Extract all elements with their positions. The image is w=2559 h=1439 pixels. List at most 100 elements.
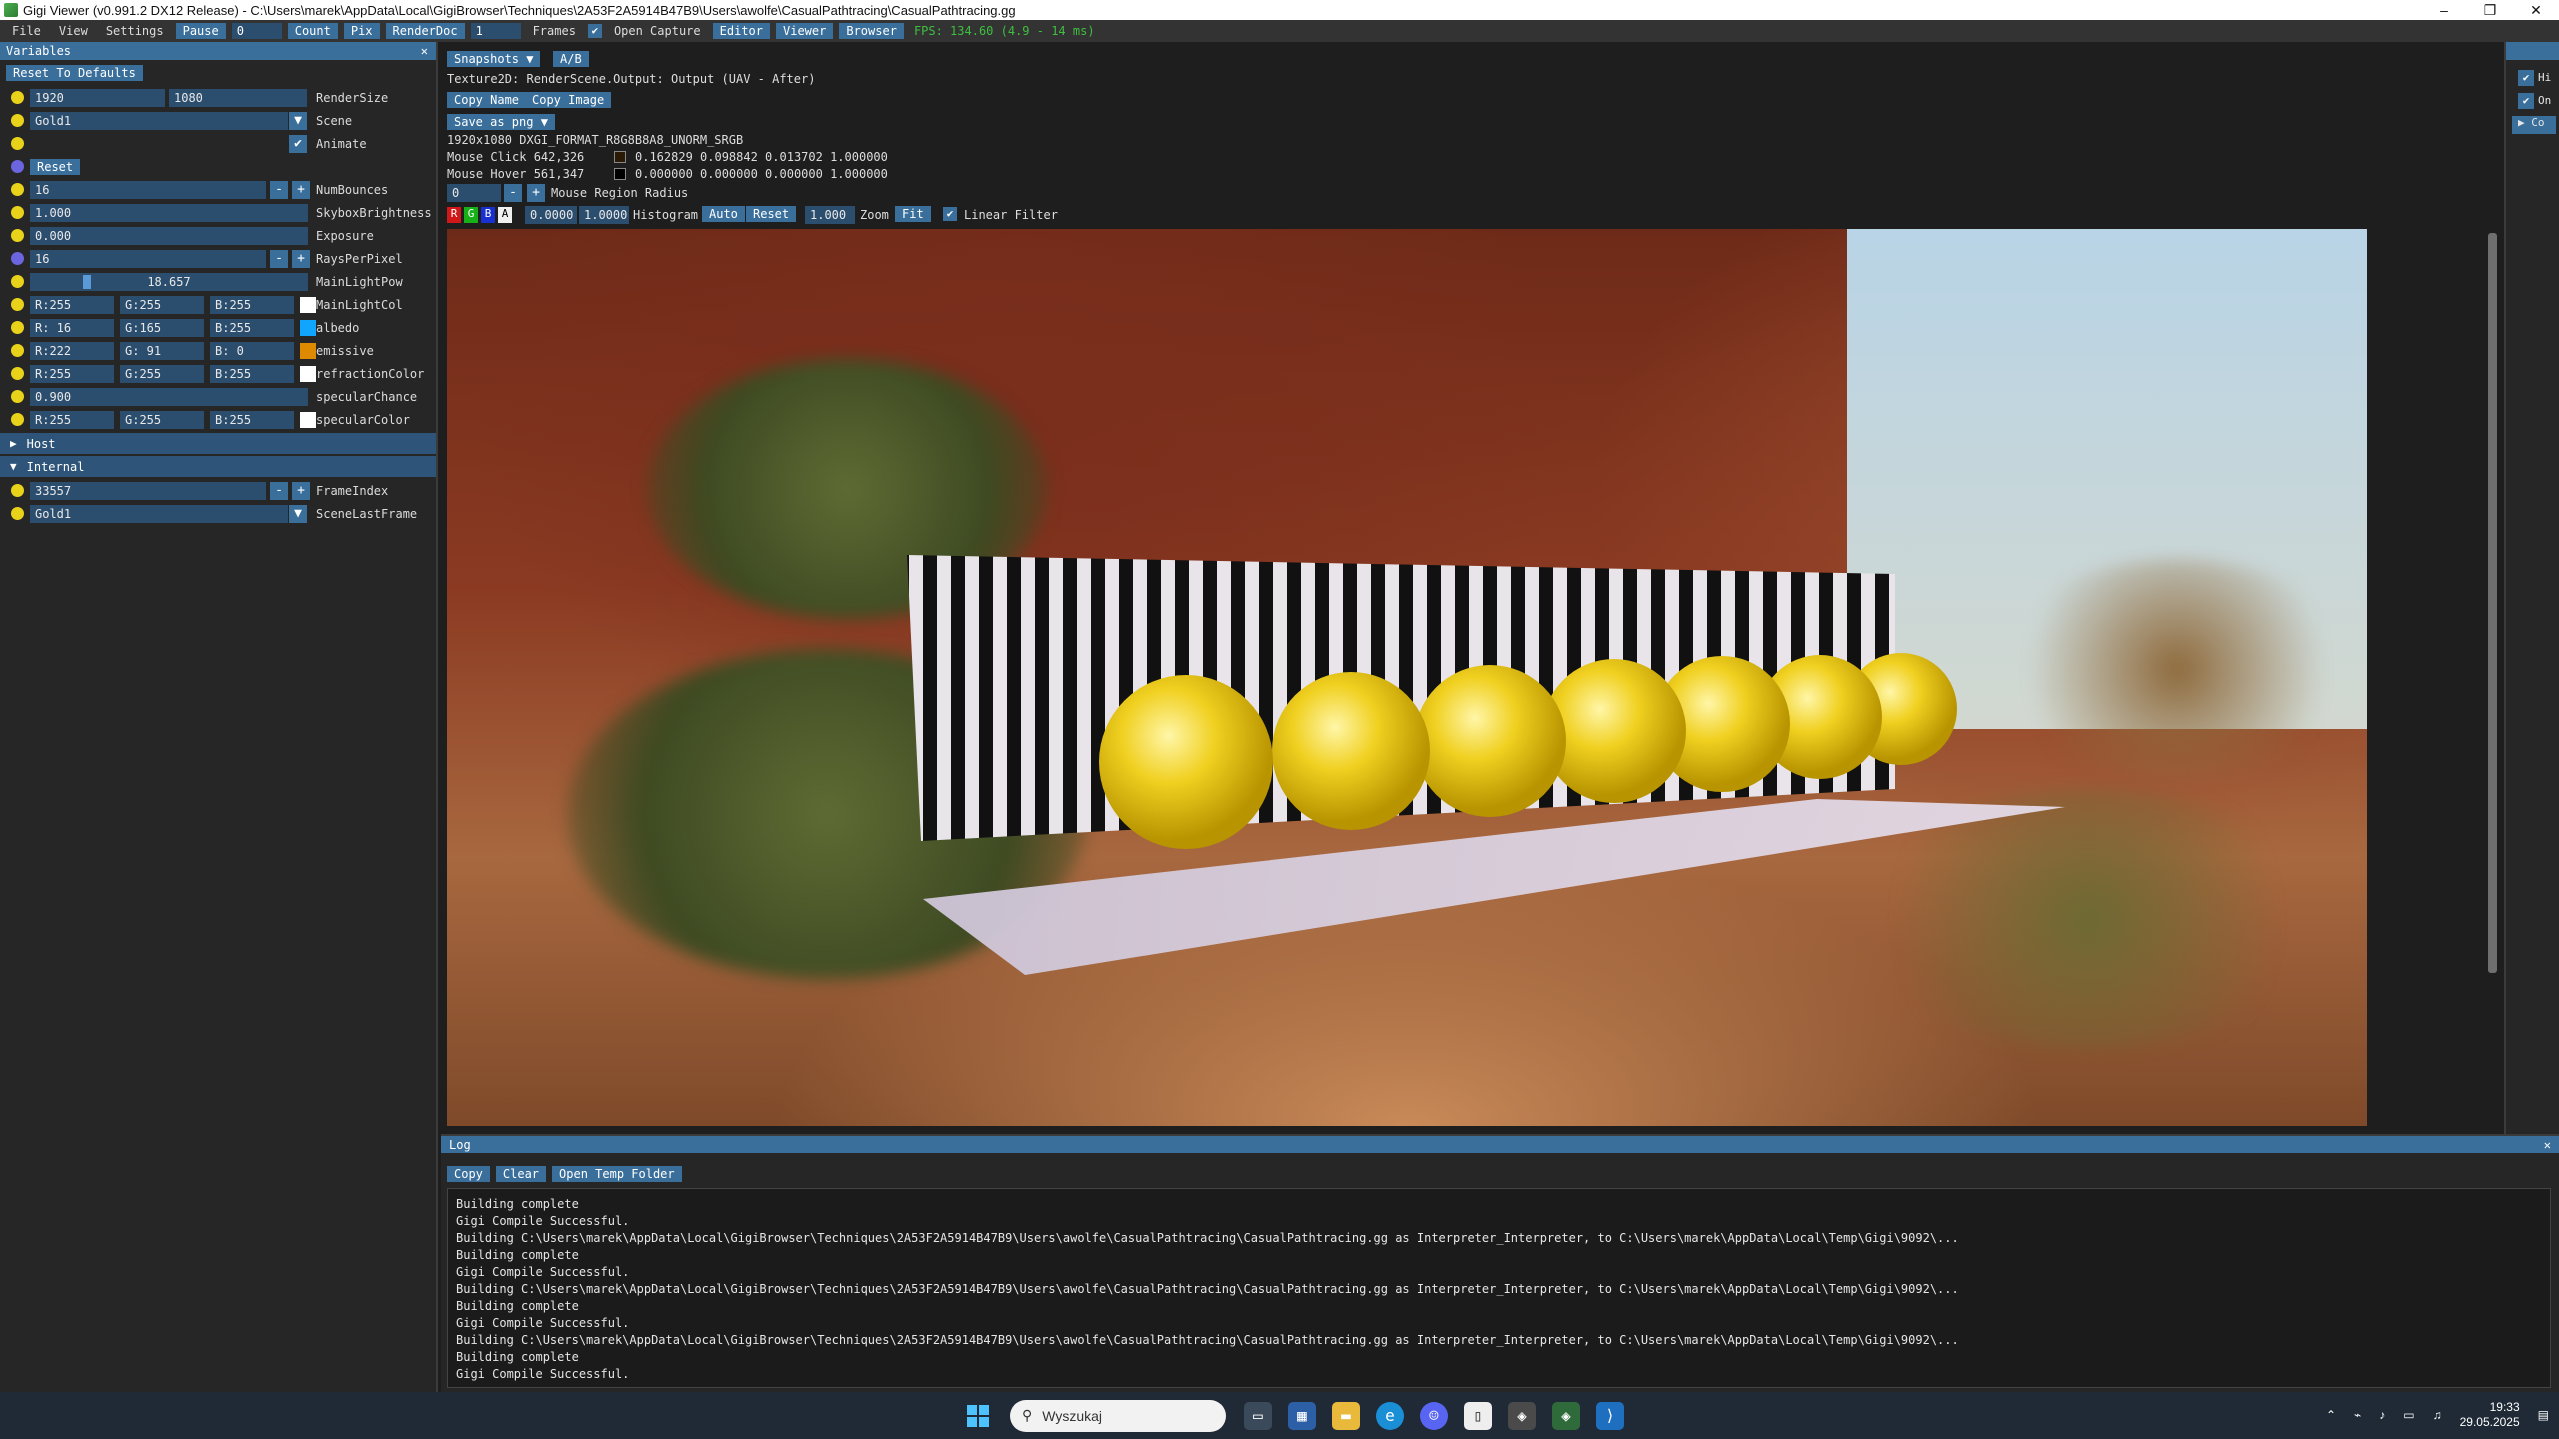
- copy-name-button[interactable]: Copy Name: [447, 92, 527, 108]
- gigi-viewer-icon[interactable]: ◈: [1552, 1401, 1580, 1430]
- chevron-down-icon[interactable]: ▼: [289, 111, 307, 130]
- count-button[interactable]: Count: [287, 23, 338, 39]
- linear-filter-checkbox[interactable]: ✔: [943, 207, 957, 221]
- frame-count-input[interactable]: 0: [231, 23, 282, 39]
- browser-button[interactable]: Browser: [839, 23, 904, 39]
- mouse-radius-input[interactable]: 0: [447, 184, 501, 202]
- monitor-icon[interactable]: ▭: [2403, 1408, 2414, 1422]
- render-viewport[interactable]: [447, 229, 2367, 1126]
- ab-button[interactable]: A/B: [553, 51, 589, 67]
- speccolor-g-input[interactable]: G:255: [120, 410, 204, 429]
- refraction-swatch[interactable]: [300, 365, 316, 382]
- taskbar-search[interactable]: ⚲ Wyszukaj: [1010, 1399, 1226, 1432]
- volume-icon[interactable]: ♫: [2433, 1408, 2442, 1422]
- menu-view[interactable]: View: [53, 23, 94, 39]
- rays-minus-button[interactable]: -: [270, 249, 288, 268]
- mainlightcol-b-input[interactable]: B:255: [210, 295, 294, 314]
- rendersize-height-input[interactable]: 1080: [169, 88, 307, 107]
- emissive-r-input[interactable]: R:222: [30, 341, 114, 360]
- chevron-down-icon[interactable]: ▼: [289, 504, 307, 523]
- animate-checkbox[interactable]: ✔: [289, 134, 307, 153]
- snapshots-dropdown[interactable]: Snapshots ▼: [447, 51, 541, 67]
- albedo-r-input[interactable]: R: 16: [30, 318, 114, 337]
- vscode-icon[interactable]: ⟩: [1596, 1401, 1624, 1430]
- frameindex-input[interactable]: 33557: [30, 481, 266, 500]
- refraction-b-input[interactable]: B:255: [210, 364, 294, 383]
- mainlightcol-g-input[interactable]: G:255: [120, 295, 204, 314]
- edge-icon[interactable]: e: [1376, 1401, 1404, 1430]
- auto-button[interactable]: Auto: [702, 206, 745, 222]
- editor-button[interactable]: Editor: [712, 23, 770, 39]
- notification-icon[interactable]: ▤: [2538, 1408, 2549, 1422]
- scenelast-select[interactable]: Gold1: [30, 504, 288, 523]
- frameindex-minus-button[interactable]: -: [270, 481, 288, 500]
- numbounces-input[interactable]: 16: [30, 180, 266, 199]
- rendersize-width-input[interactable]: 1920: [30, 88, 165, 107]
- scene-select[interactable]: Gold1: [30, 111, 288, 130]
- task-view-icon[interactable]: ▭: [1244, 1401, 1272, 1430]
- renderdoc-button[interactable]: RenderDoc: [385, 23, 465, 39]
- store-icon[interactable]: ▦: [1288, 1401, 1316, 1430]
- section-internal[interactable]: ▼ Internal: [0, 456, 436, 477]
- right-checkbox-on[interactable]: ✔: [2518, 93, 2534, 109]
- channel-g-toggle[interactable]: G: [464, 207, 478, 223]
- fit-button[interactable]: Fit: [895, 206, 931, 222]
- numbounces-minus-button[interactable]: -: [270, 180, 288, 199]
- reset-to-defaults-button[interactable]: Reset To Defaults: [6, 65, 143, 81]
- microphone-icon[interactable]: ♪: [2379, 1408, 2385, 1422]
- network-icon[interactable]: ⌁: [2354, 1408, 2361, 1422]
- albedo-g-input[interactable]: G:165: [120, 318, 204, 337]
- albedo-b-input[interactable]: B:255: [210, 318, 294, 337]
- albedo-swatch[interactable]: [300, 319, 316, 336]
- frames-input[interactable]: 1: [470, 23, 521, 39]
- file-explorer-icon[interactable]: ▬: [1332, 1401, 1360, 1430]
- gigi-editor-icon[interactable]: ◈: [1508, 1401, 1536, 1430]
- speccolor-b-input[interactable]: B:255: [210, 410, 294, 429]
- log-output[interactable]: Building complete Gigi Compile Successfu…: [447, 1188, 2551, 1388]
- speccolor-r-input[interactable]: R:255: [30, 410, 114, 429]
- menu-settings[interactable]: Settings: [100, 23, 170, 39]
- channel-r-toggle[interactable]: R: [447, 207, 461, 223]
- frameindex-plus-button[interactable]: +: [292, 481, 310, 500]
- radius-plus-button[interactable]: +: [527, 184, 545, 202]
- rays-plus-button[interactable]: +: [292, 249, 310, 268]
- exposure-input[interactable]: 0.000: [30, 226, 308, 245]
- minimize-button[interactable]: –: [2421, 2, 2467, 19]
- open-temp-folder-button[interactable]: Open Temp Folder: [552, 1166, 682, 1182]
- specular-chance-input[interactable]: 0.900: [30, 387, 308, 406]
- open-capture-checkbox[interactable]: ✔: [587, 24, 602, 38]
- clock[interactable]: 19:33 29.05.2025: [2460, 1400, 2520, 1430]
- refraction-r-input[interactable]: R:255: [30, 364, 114, 383]
- log-copy-button[interactable]: Copy: [447, 1166, 490, 1182]
- slider-handle[interactable]: [83, 274, 91, 289]
- pix-button[interactable]: Pix: [343, 23, 380, 39]
- log-clear-button[interactable]: Clear: [495, 1166, 547, 1182]
- mainlightcol-r-input[interactable]: R:255: [30, 295, 114, 314]
- reset-button[interactable]: Reset: [30, 158, 81, 175]
- windows-start-icon[interactable]: [964, 1402, 992, 1430]
- rays-per-pixel-input[interactable]: 16: [30, 249, 266, 268]
- radius-minus-button[interactable]: -: [504, 184, 522, 202]
- skybox-brightness-input[interactable]: 1.000: [30, 203, 308, 222]
- mainlightcol-swatch[interactable]: [300, 296, 316, 313]
- viewer-button[interactable]: Viewer: [776, 23, 834, 39]
- copy-image-button[interactable]: Copy Image: [525, 92, 612, 108]
- histogram-max-input[interactable]: 1.0000: [579, 206, 629, 224]
- menu-file[interactable]: File: [6, 23, 47, 39]
- speccolor-swatch[interactable]: [300, 411, 316, 428]
- numbounces-plus-button[interactable]: +: [292, 180, 310, 199]
- section-host[interactable]: ▶ Host: [0, 433, 436, 454]
- histogram-reset-button[interactable]: Reset: [746, 206, 797, 222]
- histogram-min-input[interactable]: 0.0000: [525, 206, 577, 224]
- emissive-g-input[interactable]: G: 91: [120, 341, 204, 360]
- right-checkbox-hi[interactable]: ✔: [2518, 70, 2534, 86]
- channel-b-toggle[interactable]: B: [481, 207, 495, 223]
- right-button-co[interactable]: ▶ Co: [2512, 116, 2556, 134]
- close-icon[interactable]: ✕: [2544, 1138, 2551, 1152]
- pause-button[interactable]: Pause: [175, 23, 226, 39]
- save-as-dropdown[interactable]: Save as png ▼: [447, 114, 555, 130]
- zoom-input[interactable]: 1.000: [805, 206, 855, 224]
- emissive-b-input[interactable]: B: 0: [210, 341, 294, 360]
- close-icon[interactable]: ✕: [421, 44, 428, 58]
- channel-a-toggle[interactable]: A: [498, 207, 512, 223]
